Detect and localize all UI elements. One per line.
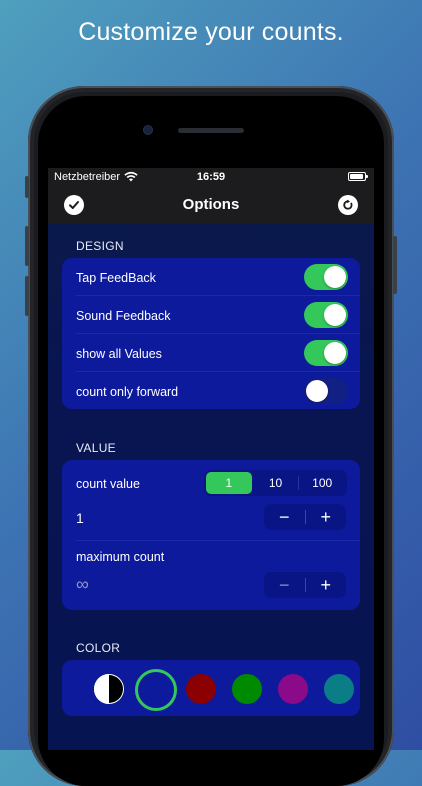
current-count-value: 1 (76, 510, 84, 526)
toggle-knob (324, 342, 346, 364)
battery-icon (348, 172, 368, 181)
design-section-header: DESIGN (76, 239, 124, 253)
swatch-black-white[interactable] (94, 674, 124, 704)
value-group: count value 1 10 100 1 − + maximum count… (62, 460, 360, 610)
mute-switch (25, 176, 29, 198)
color-section-header: COLOR (76, 641, 121, 655)
status-bar: Netzbetreiber 16:59 (48, 168, 374, 186)
count-only-forward-label: count only forward (76, 385, 179, 399)
toggle-knob (324, 304, 346, 326)
tap-feedback-label: Tap FeedBack (76, 271, 156, 285)
swatch-teal[interactable] (324, 674, 354, 704)
segment-10[interactable]: 10 (253, 472, 299, 494)
swatch-purple[interactable] (278, 674, 308, 704)
count-value-segmented-control: 1 10 100 (204, 470, 347, 496)
count-only-forward-toggle[interactable] (304, 378, 348, 404)
maximum-stepper: − + (264, 572, 346, 598)
reset-icon (343, 199, 353, 210)
nav-bar: Options (48, 186, 374, 224)
divider (76, 295, 360, 296)
maximum-count-value: ∞ (76, 574, 89, 594)
status-time: 16:59 (196, 171, 226, 183)
page-title: Options (182, 196, 240, 213)
swatch-dark-red[interactable] (186, 674, 216, 704)
toggle-knob (306, 380, 328, 402)
show-all-values-label: show all Values (76, 347, 162, 361)
color-picker-group (62, 660, 360, 716)
count-value-label: count value (76, 477, 140, 491)
reset-button[interactable] (338, 195, 358, 215)
swatch-green[interactable] (232, 674, 262, 704)
segment-100[interactable]: 100 (299, 472, 345, 494)
tap-feedback-toggle[interactable] (304, 264, 348, 290)
front-camera (144, 126, 152, 134)
volume-down-button (25, 276, 29, 316)
divider (76, 540, 360, 541)
maximum-increment-button[interactable]: + (306, 572, 347, 598)
segment-1[interactable]: 1 (206, 472, 252, 494)
divider (76, 333, 360, 334)
speaker-grille (178, 128, 244, 133)
power-button (393, 236, 397, 294)
maximum-decrement-button[interactable]: − (264, 572, 305, 598)
value-section-header: VALUE (76, 441, 116, 455)
sound-feedback-label: Sound Feedback (76, 309, 171, 323)
volume-up-button (25, 226, 29, 266)
sound-feedback-toggle[interactable] (304, 302, 348, 328)
count-stepper: − + (264, 504, 346, 530)
headline: Customize your counts. (78, 18, 344, 46)
toggle-knob (324, 266, 346, 288)
screen: Netzbetreiber 16:59 Options DESIGN Tap F… (48, 168, 374, 750)
swatch-navy-selected[interactable] (135, 669, 177, 711)
increment-button[interactable]: + (306, 504, 347, 530)
divider (76, 371, 360, 372)
show-all-values-toggle[interactable] (304, 340, 348, 366)
maximum-count-label: maximum count (76, 550, 165, 564)
decrement-button[interactable]: − (264, 504, 305, 530)
design-group: Tap FeedBack Sound Feedback show all Val… (62, 258, 360, 409)
